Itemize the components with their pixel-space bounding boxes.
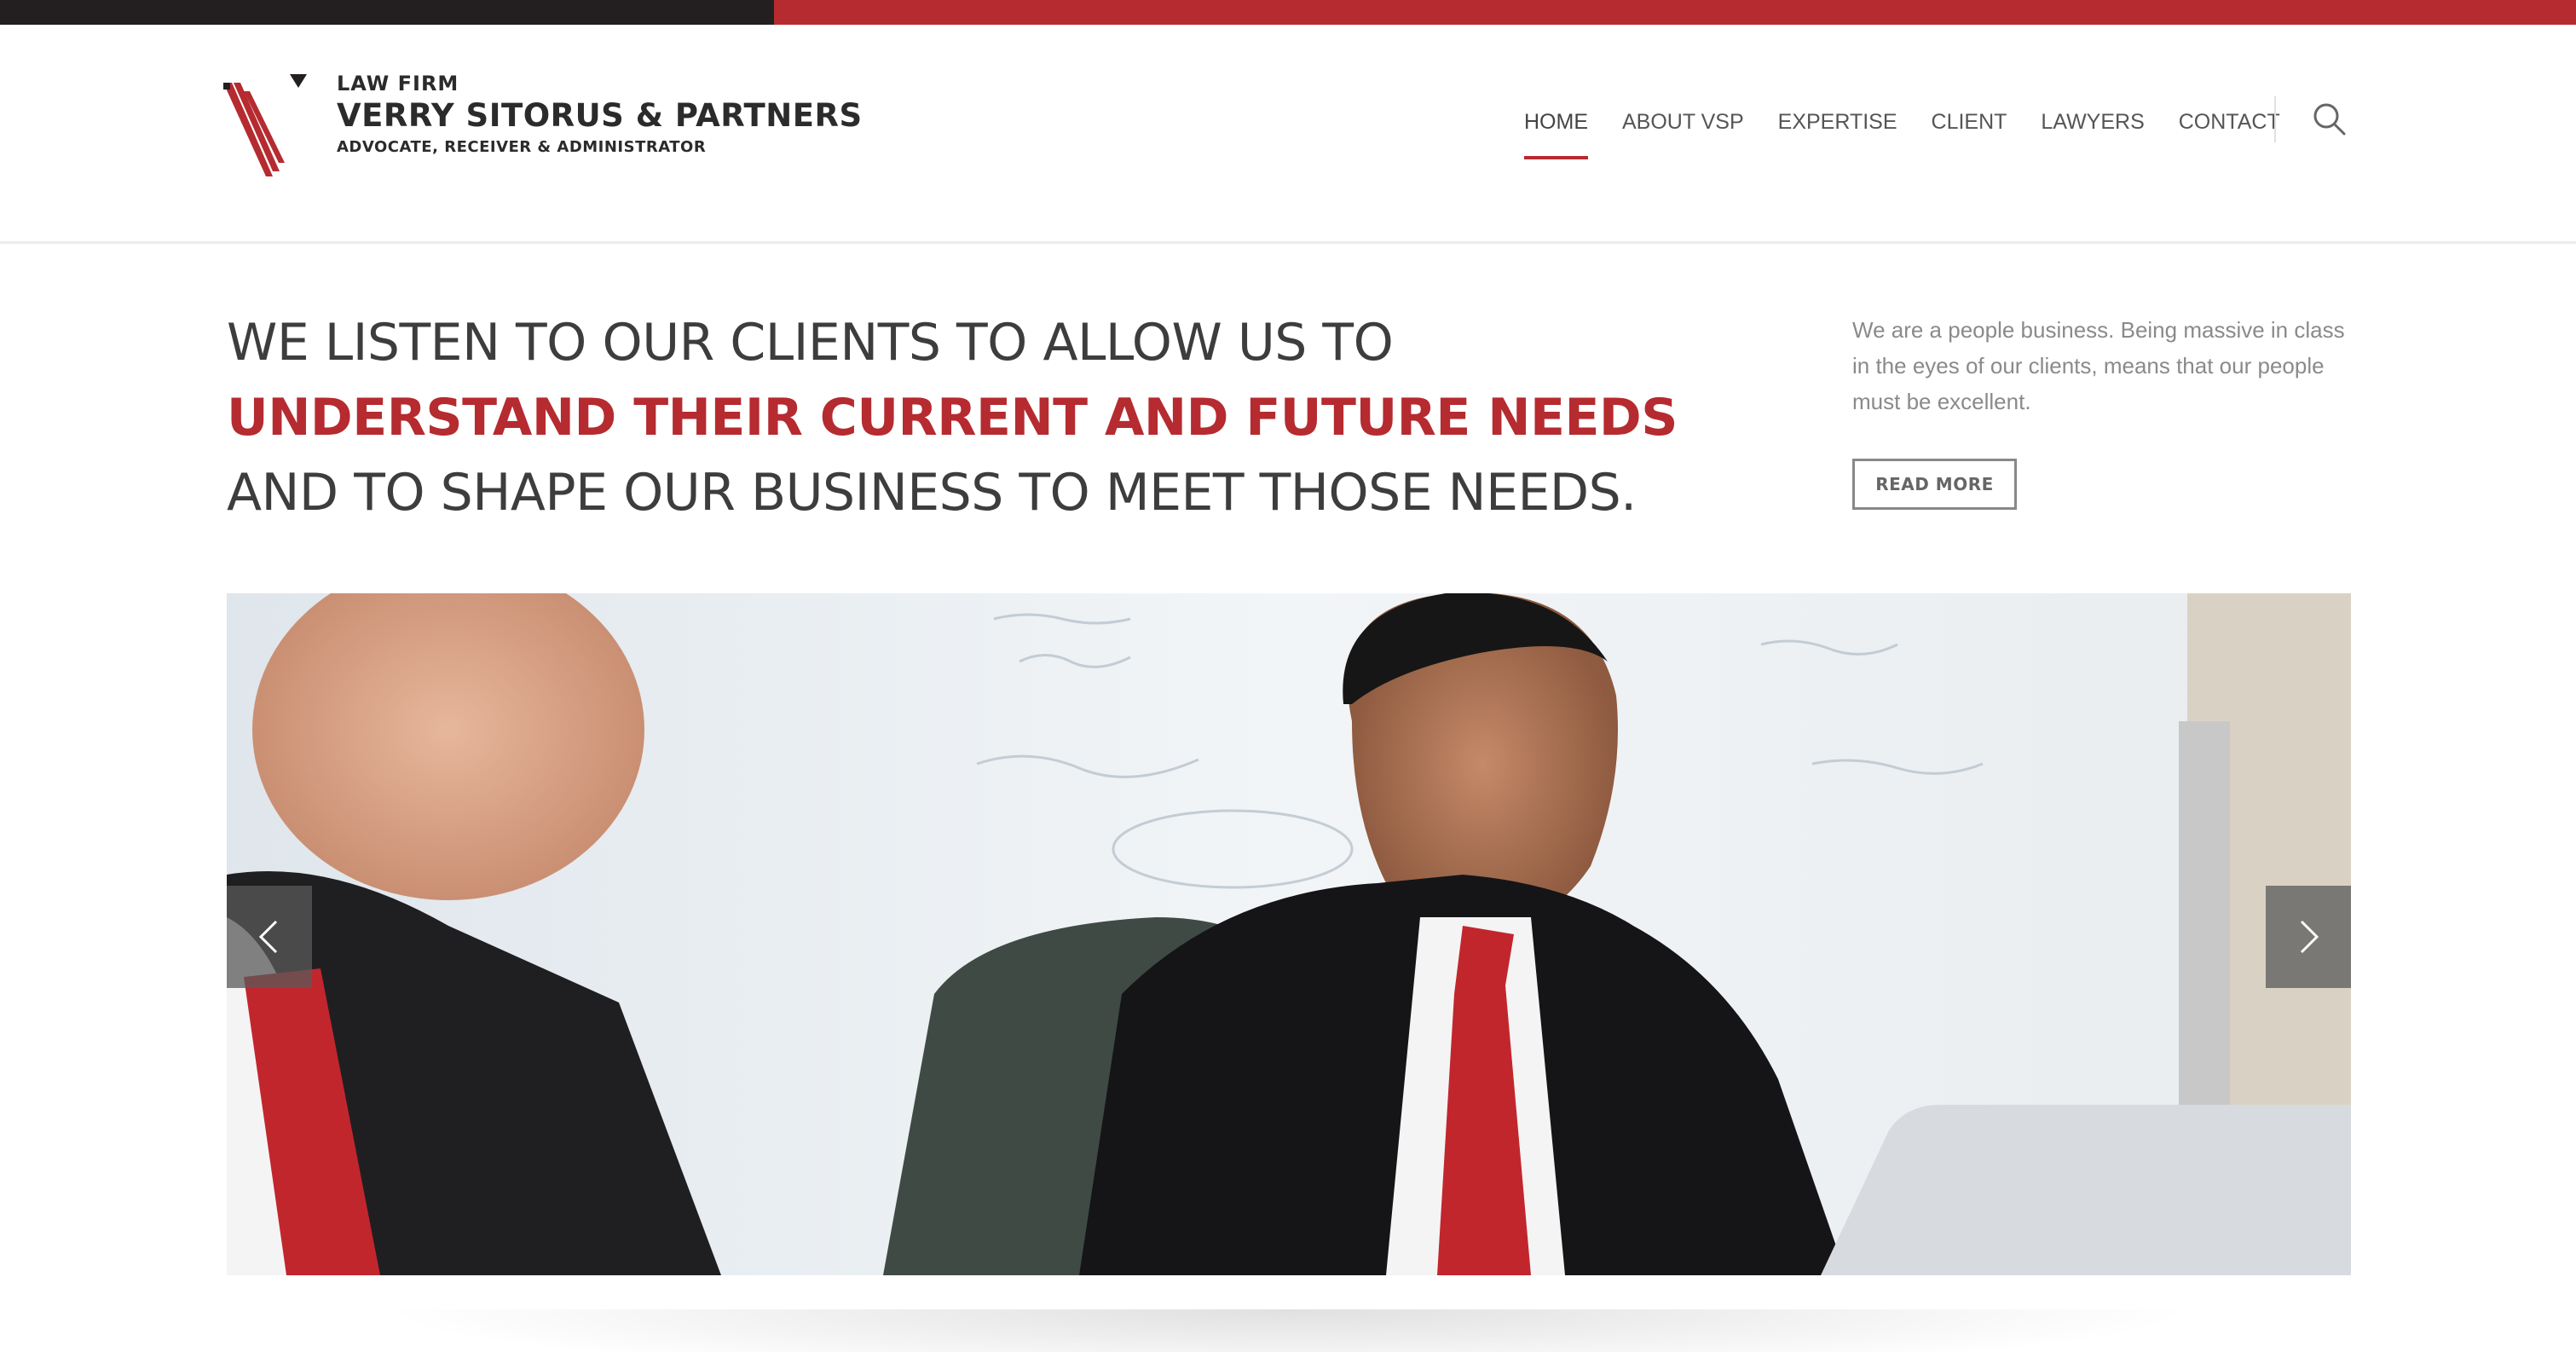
top-strip-red bbox=[774, 0, 2576, 25]
headline-highlight: UNDERSTAND THEIR CURRENT AND FUTURE NEED… bbox=[227, 388, 1678, 448]
slider-prev-button[interactable] bbox=[227, 886, 312, 988]
nav-contact[interactable]: CONTACT bbox=[2179, 101, 2280, 142]
slider-next-button[interactable] bbox=[2266, 886, 2351, 988]
top-accent-strip bbox=[0, 0, 2576, 25]
nav-expertise[interactable]: EXPERTISE bbox=[1778, 101, 1897, 142]
search-button[interactable] bbox=[2310, 100, 2349, 139]
read-more-button[interactable]: READ MORE bbox=[1852, 459, 2017, 510]
site-header: LAW FIRM VERRY SITORUS & PARTNERS ADVOCA… bbox=[0, 25, 2576, 244]
section-shadow bbox=[375, 1309, 2199, 1352]
hero-intro-text: We are a people business. Being massive … bbox=[1852, 317, 2345, 414]
logo-firm-name: VERRY SITORUS & PARTNERS bbox=[337, 97, 863, 134]
headline-part1: WE LISTEN TO OUR CLIENTS TO ALLOW US TO bbox=[227, 313, 1394, 373]
main-nav: HOME ABOUT VSP EXPERTISE CLIENT LAWYERS … bbox=[1524, 101, 2314, 159]
nav-about-vsp[interactable]: ABOUT VSP bbox=[1622, 101, 1744, 142]
top-strip-dark bbox=[0, 0, 774, 25]
headline-part2: AND TO SHAPE OUR BUSINESS TO MEET THOSE … bbox=[227, 463, 1637, 523]
chevron-left-icon bbox=[258, 920, 278, 954]
search-icon bbox=[2313, 103, 2346, 136]
nav-home[interactable]: HOME bbox=[1524, 101, 1588, 159]
nav-lawyers[interactable]: LAWYERS bbox=[2041, 101, 2144, 142]
hero-headline: WE LISTEN TO OUR CLIENTS TO ALLOW US TO … bbox=[227, 305, 1744, 530]
logo-subtitle: ADVOCATE, RECEIVER & ADMINISTRATOR bbox=[337, 138, 707, 156]
slide-photo bbox=[227, 593, 2351, 1275]
firm-logo-icon[interactable] bbox=[223, 74, 309, 183]
nav-divider bbox=[2274, 96, 2276, 142]
chevron-right-icon bbox=[2300, 920, 2319, 954]
nav-client[interactable]: CLIENT bbox=[1932, 101, 2007, 142]
logo-tagline: LAW FIRM bbox=[337, 72, 459, 95]
firm-logo-text[interactable]: LAW FIRM VERRY SITORUS & PARTNERS ADVOCA… bbox=[337, 71, 863, 159]
browser-page: LAW FIRM VERRY SITORUS & PARTNERS ADVOCA… bbox=[0, 0, 2576, 1352]
hero-slider[interactable] bbox=[227, 593, 2351, 1275]
